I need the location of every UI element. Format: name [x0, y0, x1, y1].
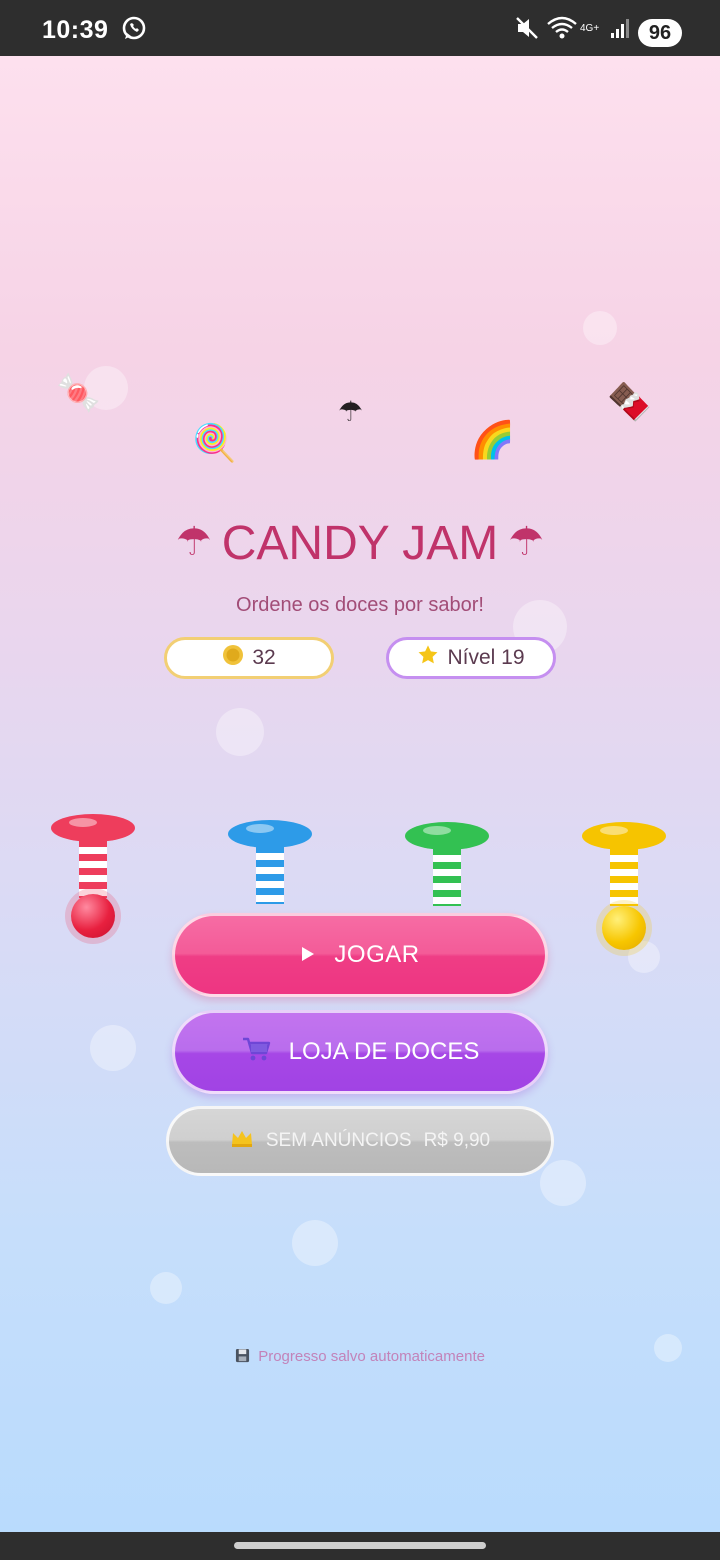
- background-bubble: [150, 1272, 182, 1304]
- rainbow-icon: 🌈: [470, 420, 515, 461]
- crown-icon: [230, 1128, 254, 1154]
- tube-stem: [610, 848, 638, 906]
- background-bubble: [583, 311, 617, 345]
- play-icon: [300, 941, 316, 969]
- background-bubble: [540, 1160, 586, 1206]
- remove-ads-price: R$ 9,90: [423, 1130, 491, 1151]
- candy-tube-yellow[interactable]: [582, 822, 666, 952]
- candy-tube-green[interactable]: [405, 822, 489, 922]
- network-type: 4G+: [580, 22, 600, 34]
- tube-cap: [405, 822, 489, 850]
- candy-tube-red[interactable]: [51, 814, 135, 944]
- game-title: ☂ CANDY JAM ☂: [0, 516, 720, 571]
- tube-cap: [51, 814, 135, 842]
- signal-icon: [610, 14, 632, 42]
- level-label: Nível 19: [447, 646, 525, 669]
- autosave-notice: Progresso salvo automaticamente: [0, 1348, 720, 1365]
- candy-shop-button[interactable]: LOJA DE DOCES: [172, 1010, 548, 1094]
- umbrella-icon: ☂: [508, 520, 545, 564]
- tube-stem: [256, 846, 284, 904]
- battery-indicator: 96: [638, 19, 682, 47]
- candy-ball-red[interactable]: [71, 894, 115, 938]
- star-icon: [417, 644, 439, 672]
- autosave-text: Progresso salvo automaticamente: [258, 1348, 485, 1365]
- background-bubble: [90, 1025, 136, 1071]
- tube-stem: [79, 840, 107, 898]
- clock: 10:39: [42, 16, 109, 44]
- background-bubble: [216, 708, 264, 756]
- coin-icon: [222, 644, 244, 672]
- play-button-label: JOGAR: [334, 941, 420, 968]
- chocolate-icon: 🍫: [607, 382, 652, 423]
- floppy-disk-icon: [235, 1348, 254, 1365]
- app-screen: 🍬 🍭 ☂ 🌈 🍫 ☂ CANDY JAM ☂ Ordene os doces po…: [0, 56, 720, 1532]
- cart-icon: [241, 1036, 271, 1069]
- candy-tube-blue[interactable]: [228, 820, 312, 920]
- tube-cap: [582, 822, 666, 850]
- umbrella-icon: ☂: [338, 395, 364, 428]
- remove-ads-label: SEM ANÚNCIOS: [265, 1130, 412, 1151]
- play-button[interactable]: JOGAR: [172, 913, 548, 997]
- candy-ball-yellow[interactable]: [602, 906, 646, 950]
- gesture-handle[interactable]: [234, 1542, 486, 1549]
- game-subtitle: Ordene os doces por sabor!: [236, 594, 484, 616]
- coin-counter: 32: [164, 637, 334, 679]
- lollipop-icon: 🍭: [192, 423, 237, 464]
- whatsapp-icon: [120, 14, 148, 42]
- candy-icon: 🍬: [56, 373, 101, 414]
- tube-stem: [433, 848, 461, 906]
- umbrella-icon: ☂: [175, 520, 212, 564]
- level-indicator: Nível 19: [386, 637, 556, 679]
- tube-cap: [228, 820, 312, 848]
- candy-shop-button-label: LOJA DE DOCES: [288, 1038, 480, 1065]
- background-bubble: [292, 1220, 338, 1266]
- game-title-text: CANDY JAM: [221, 517, 499, 570]
- remove-ads-button[interactable]: SEM ANÚNCIOS R$ 9,90: [166, 1106, 554, 1176]
- wifi-icon: [546, 14, 578, 42]
- mute-icon: [514, 14, 540, 42]
- coin-count: 32: [252, 646, 276, 669]
- status-bar: 10:39 4G+ 96: [0, 0, 720, 56]
